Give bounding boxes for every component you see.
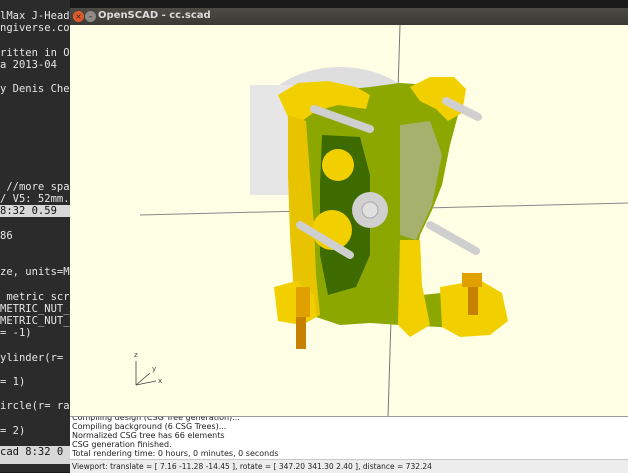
terminal-line: 8:32 0.59 ( (0, 205, 70, 218)
ghost-block (400, 121, 442, 240)
terminal-line: METRIC_NUT_AC (0, 302, 70, 315)
rod-4 (426, 221, 480, 255)
console-panel[interactable]: Compiling design (CSG Tree generation)..… (70, 417, 628, 459)
terminal-line: a 2013-04 (0, 58, 57, 71)
openscad-window[interactable]: × – OpenSCAD - cc.scad z x y Compiling d… (70, 8, 628, 473)
screw-left-shaft (296, 317, 306, 349)
status-bar: Viewport: translate = [ 7.16 -11.28 -14.… (70, 459, 628, 473)
axes-indicator: z x y (134, 351, 162, 386)
terminal-line: / V5: 52mm. (0, 193, 70, 205)
console-line: Normalized CSG tree has 66 elements (72, 431, 225, 440)
terminal-line: y Denis Chert (0, 83, 70, 96)
terminal-line: ylinder(r= ra (0, 351, 70, 364)
terminal-line: ngiverse.com/ (0, 22, 70, 35)
axis-x-label: x (158, 377, 162, 385)
terminal-line: //more spac (0, 180, 70, 193)
terminal-line: 86 (0, 229, 13, 242)
minimize-icon[interactable]: – (85, 11, 96, 22)
screw-right-shaft (468, 287, 478, 315)
axis-y-label: y (152, 365, 156, 373)
viewport-info: Viewport: translate = [ 7.16 -11.28 -14.… (72, 462, 432, 471)
terminal-line: = -1) (0, 327, 32, 340)
3d-viewport[interactable]: z x y (70, 25, 628, 417)
terminal-line: ze, units=MM, (0, 266, 70, 279)
close-icon[interactable]: × (73, 11, 84, 22)
terminal-line: = 1) (0, 376, 26, 388)
background-terminal: lMax J-Head Hngiverse.com/ritten in Opea… (0, 0, 70, 472)
terminal-status: cad 8:32 0 (0, 446, 70, 464)
bearing-top (322, 149, 354, 181)
title-bar[interactable]: × – OpenSCAD - cc.scad (70, 8, 628, 25)
terminal-line: = 2) (0, 424, 26, 437)
axis-z-label: z (134, 351, 138, 359)
terminal-line: metric screw (6, 290, 70, 303)
console-line: Compiling background (6 CSG Trees)... (72, 422, 227, 431)
console-line: CSG generation finished. (72, 440, 172, 449)
terminal-line: ritten in Ope (0, 46, 70, 59)
console-line: Total rendering time: 0 hours, 0 minutes… (72, 449, 279, 458)
screw-left-head (296, 287, 310, 317)
terminal-line: lMax J-Head H (0, 10, 70, 22)
window-title: OpenSCAD - cc.scad (98, 10, 211, 21)
terminal-line: ircle(r= radi (0, 400, 70, 413)
right-lower-frame (398, 240, 430, 337)
terminal-line: METRIC_NUT_TH (0, 315, 70, 327)
screw-right-head (462, 273, 482, 287)
model-render: z x y (134, 25, 628, 417)
